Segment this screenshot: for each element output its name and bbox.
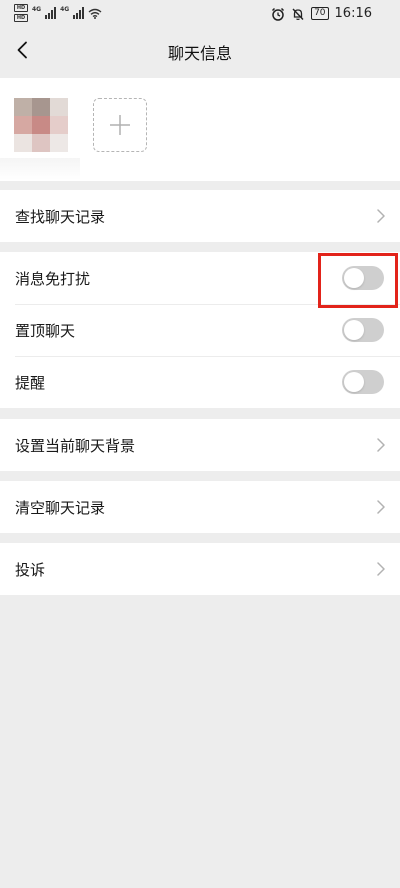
clear-history-label: 清空聊天记录	[15, 498, 106, 517]
chevron-right-icon	[377, 438, 385, 452]
signal-icon-1	[45, 7, 57, 19]
toggle-knob	[344, 372, 364, 392]
remind-toggle[interactable]	[342, 370, 384, 394]
signal-icon-2	[73, 7, 85, 19]
nav-bar: 聊天信息	[0, 28, 400, 74]
report-group: 投诉	[0, 543, 400, 595]
status-right: 70 16:16	[271, 6, 372, 21]
members-section	[0, 78, 400, 181]
sim-tag-2: HD	[14, 14, 28, 22]
clear-history-row[interactable]: 清空聊天记录	[0, 481, 400, 533]
pin-chat-toggle[interactable]	[342, 318, 384, 342]
report-label: 投诉	[15, 560, 46, 579]
network-type-2: 4G	[60, 6, 70, 13]
page-title: 聊天信息	[167, 44, 232, 63]
alarm-icon	[272, 7, 285, 21]
avatar[interactable]	[14, 98, 68, 152]
sim-tags: HD HD	[14, 4, 28, 22]
member-name-blurred	[0, 158, 80, 180]
status-time: 16:16	[334, 6, 372, 21]
background-group: 设置当前聊天背景	[0, 419, 400, 471]
search-history-row[interactable]: 查找聊天记录	[0, 190, 400, 242]
chevron-right-icon	[377, 209, 385, 223]
status-bar: HD HD 4G 4G 70 16:16	[0, 0, 400, 28]
status-left: HD HD 4G 4G	[14, 4, 102, 22]
clear-group: 清空聊天记录	[0, 481, 400, 533]
search-group: 查找聊天记录	[0, 190, 400, 242]
toggle-knob	[344, 320, 364, 340]
chevron-right-icon	[377, 500, 385, 514]
remind-row: 提醒	[0, 356, 400, 408]
pin-chat-label: 置顶聊天	[15, 321, 76, 340]
chat-background-label: 设置当前聊天背景	[15, 436, 136, 455]
mute-notifications-label: 消息免打扰	[15, 269, 91, 288]
pin-chat-row: 置顶聊天	[0, 304, 400, 356]
mute-bell-icon	[292, 8, 304, 20]
chevron-right-icon	[377, 562, 385, 576]
plus-icon	[110, 115, 130, 135]
battery-level: 70	[311, 7, 329, 20]
network-type-1: 4G	[32, 6, 42, 13]
chat-background-row[interactable]: 设置当前聊天背景	[0, 419, 400, 471]
search-history-label: 查找聊天记录	[15, 207, 106, 226]
sim-tag-1: HD	[14, 4, 28, 12]
remind-label: 提醒	[15, 373, 46, 392]
wifi-icon	[88, 8, 102, 19]
report-row[interactable]: 投诉	[0, 543, 400, 595]
add-member-button[interactable]	[93, 98, 147, 152]
highlight-box	[318, 253, 398, 308]
